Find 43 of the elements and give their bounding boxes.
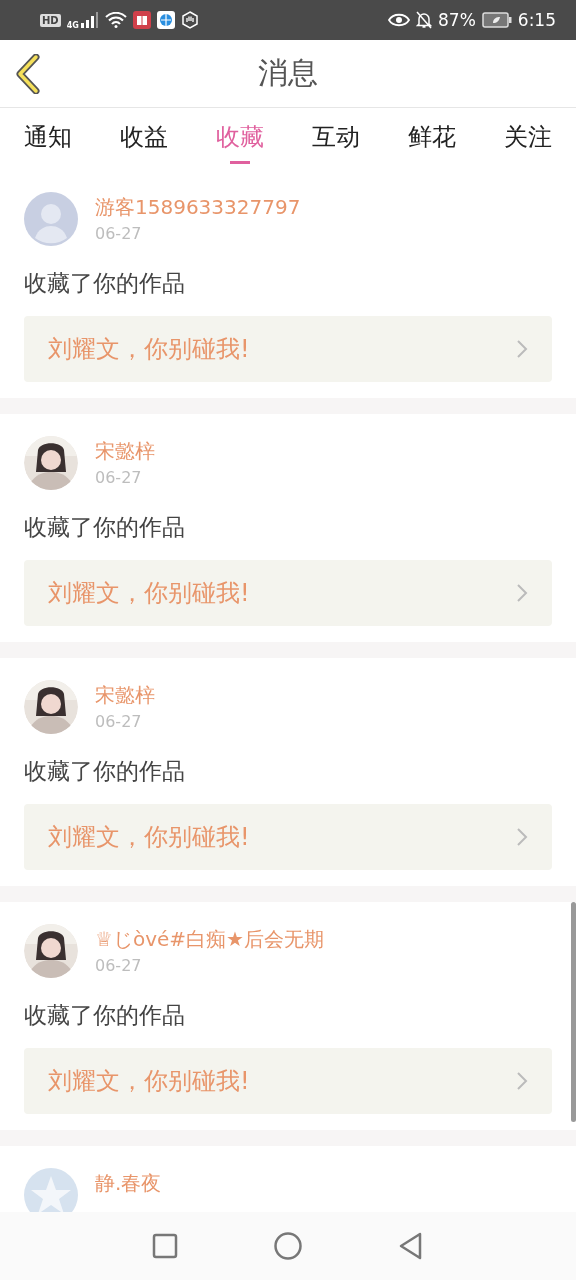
recent-apps-icon[interactable] [151, 1232, 179, 1260]
signal-icon [80, 12, 99, 28]
tab[interactable]: 互动 [312, 114, 360, 164]
tab[interactable]: 收益 [120, 114, 168, 164]
work-link[interactable]: 刘耀文，你别碰我! [24, 316, 552, 382]
work-link[interactable]: 刘耀文，你别碰我! [24, 804, 552, 870]
user-name[interactable]: 宋懿梓 [95, 436, 155, 466]
battery-icon [481, 12, 512, 28]
battery-percent: 87% [438, 10, 476, 30]
user-name[interactable]: 静.春夜 [95, 1168, 162, 1198]
tab[interactable]: 收藏 [216, 114, 264, 164]
book-app-icon [132, 11, 151, 29]
user-name[interactable]: 宋懿梓 [95, 680, 155, 710]
chevron-right-icon [516, 583, 528, 603]
message-date: 06-27 [95, 468, 143, 487]
home-icon[interactable] [273, 1231, 303, 1261]
message-date: 06-27 [95, 956, 143, 975]
clock: 6:15 [517, 10, 556, 30]
bell-off-icon [416, 11, 432, 29]
chevron-right-icon [516, 339, 528, 359]
user-name[interactable]: 游客1589633327797 [95, 192, 301, 222]
hand-icon [180, 11, 199, 29]
hd-icon: HD [40, 13, 61, 27]
network-type: 4G [66, 20, 79, 30]
message-text: 收藏了你的作品 [24, 513, 186, 542]
work-link[interactable]: 刘耀文，你别碰我! [24, 1048, 552, 1114]
globe-app-icon [156, 11, 175, 29]
wifi-icon [104, 12, 127, 28]
message-date: 06-27 [95, 224, 143, 243]
tab[interactable]: 关注 [504, 114, 552, 164]
message-text: 收藏了你的作品 [24, 269, 186, 298]
chevron-right-icon [516, 827, 528, 847]
eye-icon [388, 13, 410, 27]
work-link[interactable]: 刘耀文，你别碰我! [24, 560, 552, 626]
message-text: 收藏了你的作品 [24, 757, 186, 786]
page-title: 消息 [258, 54, 318, 92]
message-text: 收藏了你的作品 [24, 1001, 186, 1030]
user-name[interactable]: ♕じòvé#白痴★后会无期 [95, 924, 324, 954]
tab[interactable]: 鲜花 [408, 114, 456, 164]
tab[interactable]: 通知 [24, 114, 72, 164]
chevron-right-icon [516, 1071, 528, 1091]
back-icon[interactable] [16, 54, 42, 94]
message-date: 06-27 [95, 712, 143, 731]
